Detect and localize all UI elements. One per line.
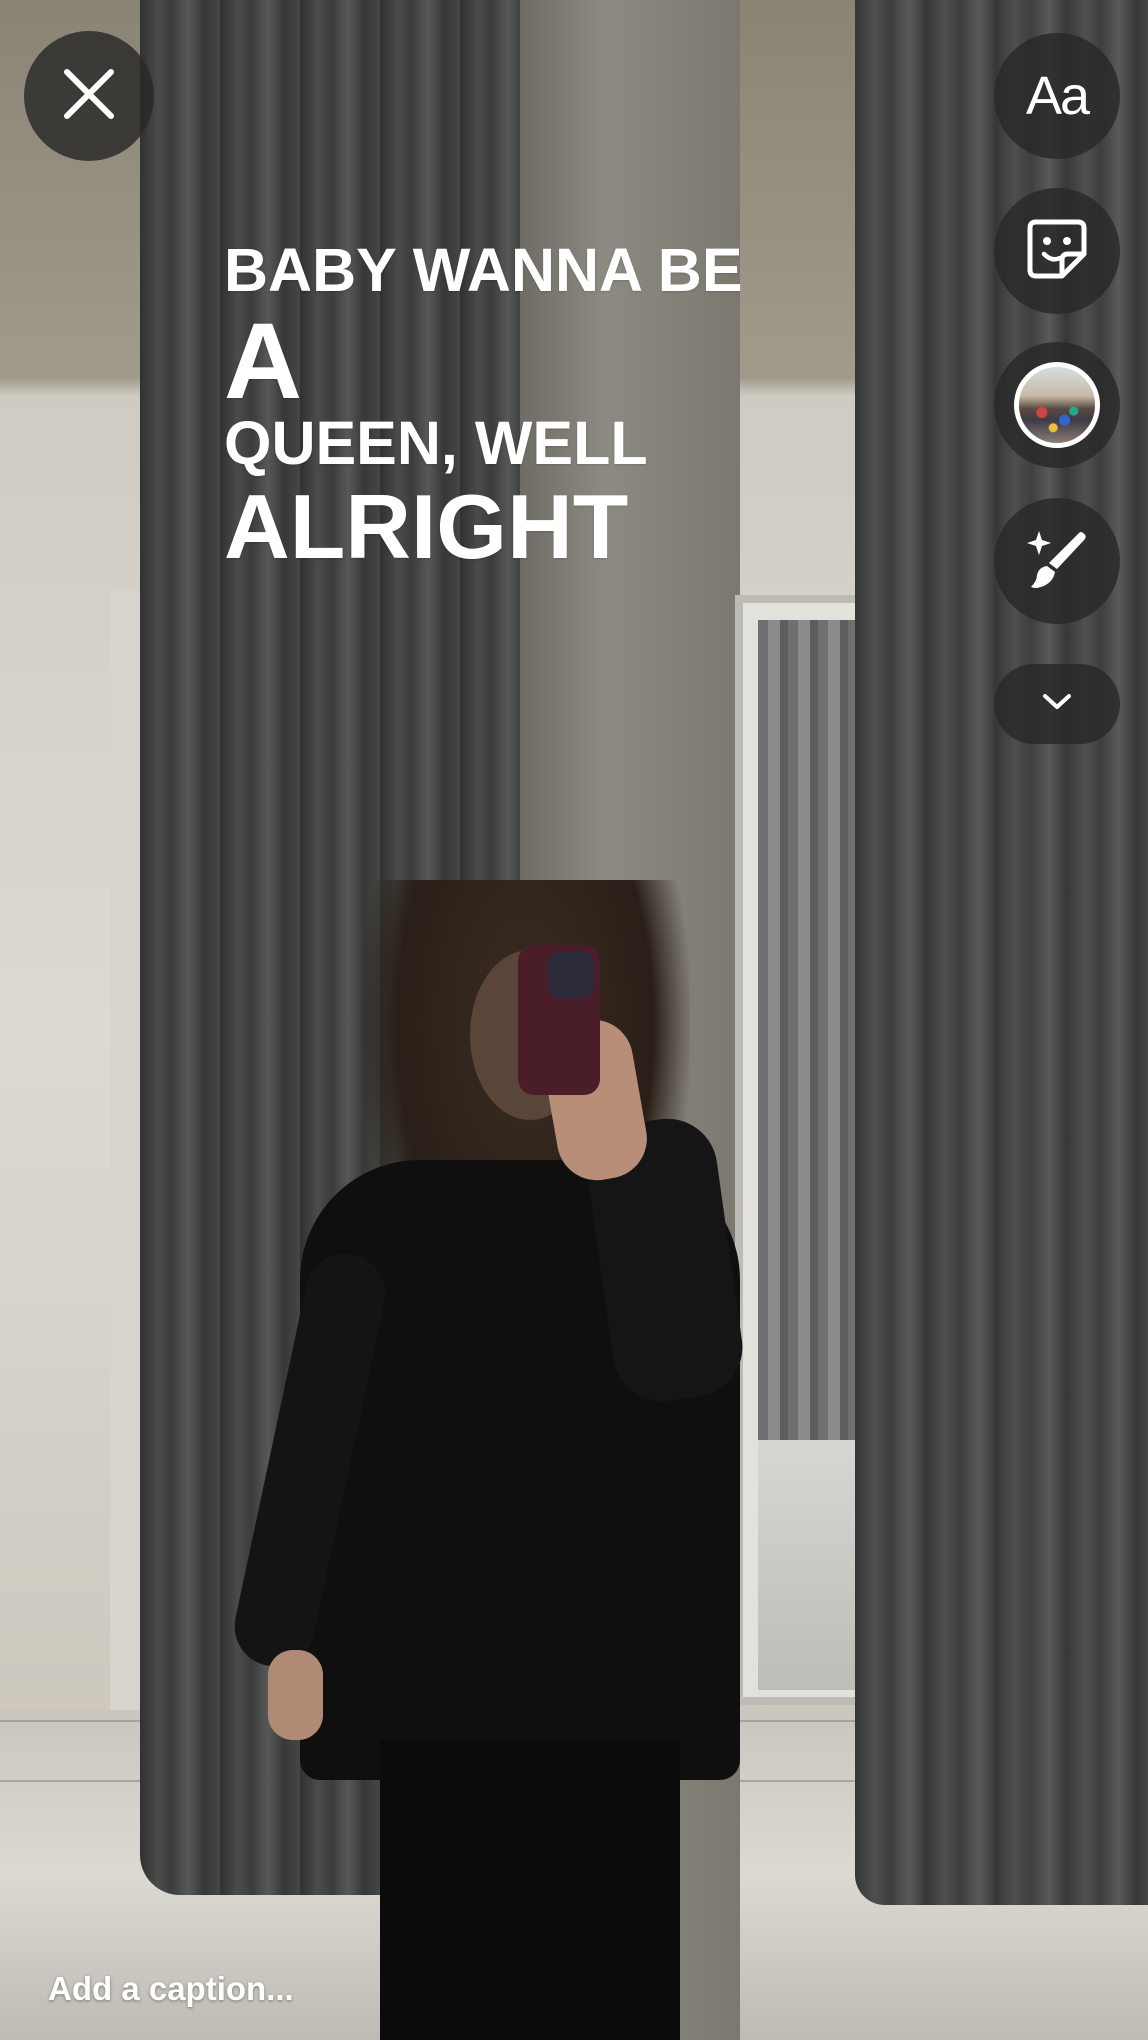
story-text-line: ALRIGHT xyxy=(224,477,629,578)
story-text-line: A xyxy=(224,300,302,421)
more-tools-button[interactable] xyxy=(994,664,1120,744)
sparkle-brush-icon xyxy=(1021,523,1093,600)
mirror-reflection xyxy=(758,620,868,1440)
close-button[interactable] xyxy=(24,31,154,161)
mirror-floor-reflection xyxy=(758,1440,868,1690)
caption-input[interactable]: Add a caption... xyxy=(48,1970,294,2008)
close-icon xyxy=(61,66,117,127)
sticker-button[interactable] xyxy=(994,188,1120,314)
text-tool-label: Aa xyxy=(1025,66,1090,126)
story-text-line: QUEEN, WELL xyxy=(224,409,648,477)
photo-thumbnail xyxy=(1014,362,1100,448)
sticker-icon xyxy=(1022,214,1092,289)
story-text-line: BABY WANNA BE xyxy=(224,236,743,304)
photo-sticker-button[interactable] xyxy=(994,342,1120,468)
person-left-hand xyxy=(268,1650,323,1740)
person-trousers xyxy=(380,1740,680,2040)
chevron-down-icon xyxy=(1040,691,1074,718)
story-editor: Aa BABY WANNA BE A QUEEN, WELL ALRIGHT A… xyxy=(0,0,1148,2040)
story-text-overlay[interactable]: BABY WANNA BE A QUEEN, WELL ALRIGHT xyxy=(224,236,743,578)
text-tool-button[interactable]: Aa xyxy=(994,33,1120,159)
effects-button[interactable] xyxy=(994,498,1120,624)
phone-camera xyxy=(548,952,594,998)
